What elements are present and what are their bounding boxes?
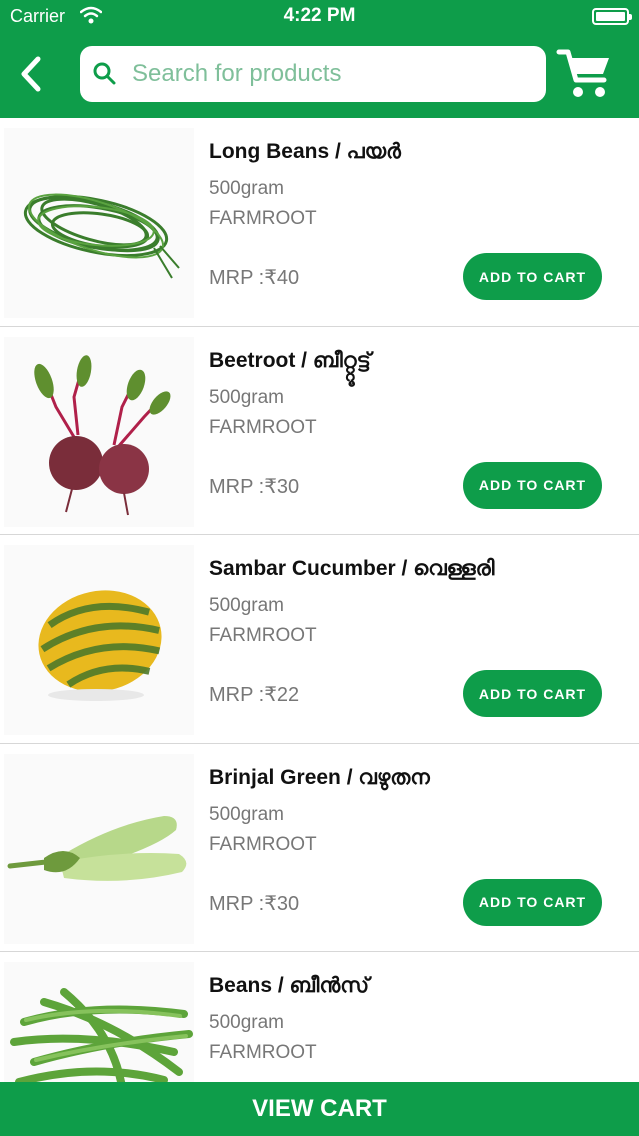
search-icon bbox=[93, 62, 116, 85]
product-quantity: 500gram bbox=[209, 178, 284, 199]
status-bar: Carrier 4:22 PM bbox=[0, 0, 639, 34]
product-name: Beetroot / ബീറ്റ്റൂട്ട് bbox=[209, 348, 371, 372]
add-to-cart-button[interactable]: ADD TO CART bbox=[463, 670, 602, 717]
app-header: Carrier 4:22 PM bbox=[0, 0, 639, 118]
product-image-sambar-cucumber bbox=[4, 545, 194, 735]
view-cart-button[interactable]: VIEW CART bbox=[0, 1082, 639, 1136]
product-image-beetroot bbox=[4, 336, 194, 527]
search-input[interactable] bbox=[132, 54, 532, 94]
product-image-beans bbox=[4, 962, 194, 1082]
product-brand: FARMROOT bbox=[209, 1042, 317, 1063]
status-time: 4:22 PM bbox=[283, 5, 356, 26]
battery-icon bbox=[592, 8, 632, 25]
cart-button[interactable] bbox=[556, 46, 614, 102]
add-to-cart-button[interactable]: ADD TO CART bbox=[463, 461, 602, 509]
product-quantity: 500gram bbox=[209, 1012, 284, 1033]
product-quantity: 500gram bbox=[209, 803, 284, 825]
product-price: MRP :₹40 bbox=[209, 267, 300, 289]
product-list: Long Beans / പയർ 500gram FARMROOT MRP :₹… bbox=[0, 118, 639, 1082]
product-brand: FARMROOT bbox=[209, 416, 317, 438]
shopping-cart-icon bbox=[556, 49, 609, 97]
back-button[interactable] bbox=[12, 52, 52, 96]
product-price: MRP :₹30 bbox=[209, 475, 300, 498]
add-to-cart-button[interactable]: ADD TO CART bbox=[463, 253, 602, 300]
product-name: Sambar Cucumber / വെള്ളരി bbox=[209, 557, 495, 580]
product-card: Sambar Cucumber / വെള്ളരി 500gram FARMRO… bbox=[0, 535, 639, 744]
add-to-cart-button[interactable]: ADD TO CART bbox=[463, 878, 602, 926]
product-price: MRP :₹22 bbox=[209, 684, 300, 706]
product-card: Brinjal Green / വഴുതന 500gram FARMROOT M… bbox=[0, 744, 639, 952]
product-card: Long Beans / പയർ 500gram FARMROOT MRP :₹… bbox=[0, 118, 639, 327]
product-image-long-beans bbox=[4, 128, 194, 318]
product-quantity: 500gram bbox=[209, 595, 284, 616]
product-brand: FARMROOT bbox=[209, 833, 317, 855]
product-quantity: 500gram bbox=[209, 386, 284, 408]
product-brand: FARMROOT bbox=[209, 208, 317, 229]
product-brand: FARMROOT bbox=[209, 625, 317, 646]
chevron-left-icon bbox=[21, 56, 41, 92]
search-bar[interactable] bbox=[80, 46, 546, 102]
product-card: Beetroot / ബീറ്റ്റൂട്ട് 500gram FARMROOT… bbox=[0, 327, 639, 535]
product-card: Beans / ബീൻസ് 500gram FARMROOT bbox=[0, 952, 639, 1082]
product-name: Beans / ബീൻസ് bbox=[209, 974, 370, 997]
product-name: Brinjal Green / വഴുതന bbox=[209, 765, 430, 789]
product-price: MRP :₹30 bbox=[209, 892, 300, 915]
product-name: Long Beans / പയർ bbox=[209, 140, 401, 163]
product-image-brinjal-green bbox=[4, 753, 194, 944]
